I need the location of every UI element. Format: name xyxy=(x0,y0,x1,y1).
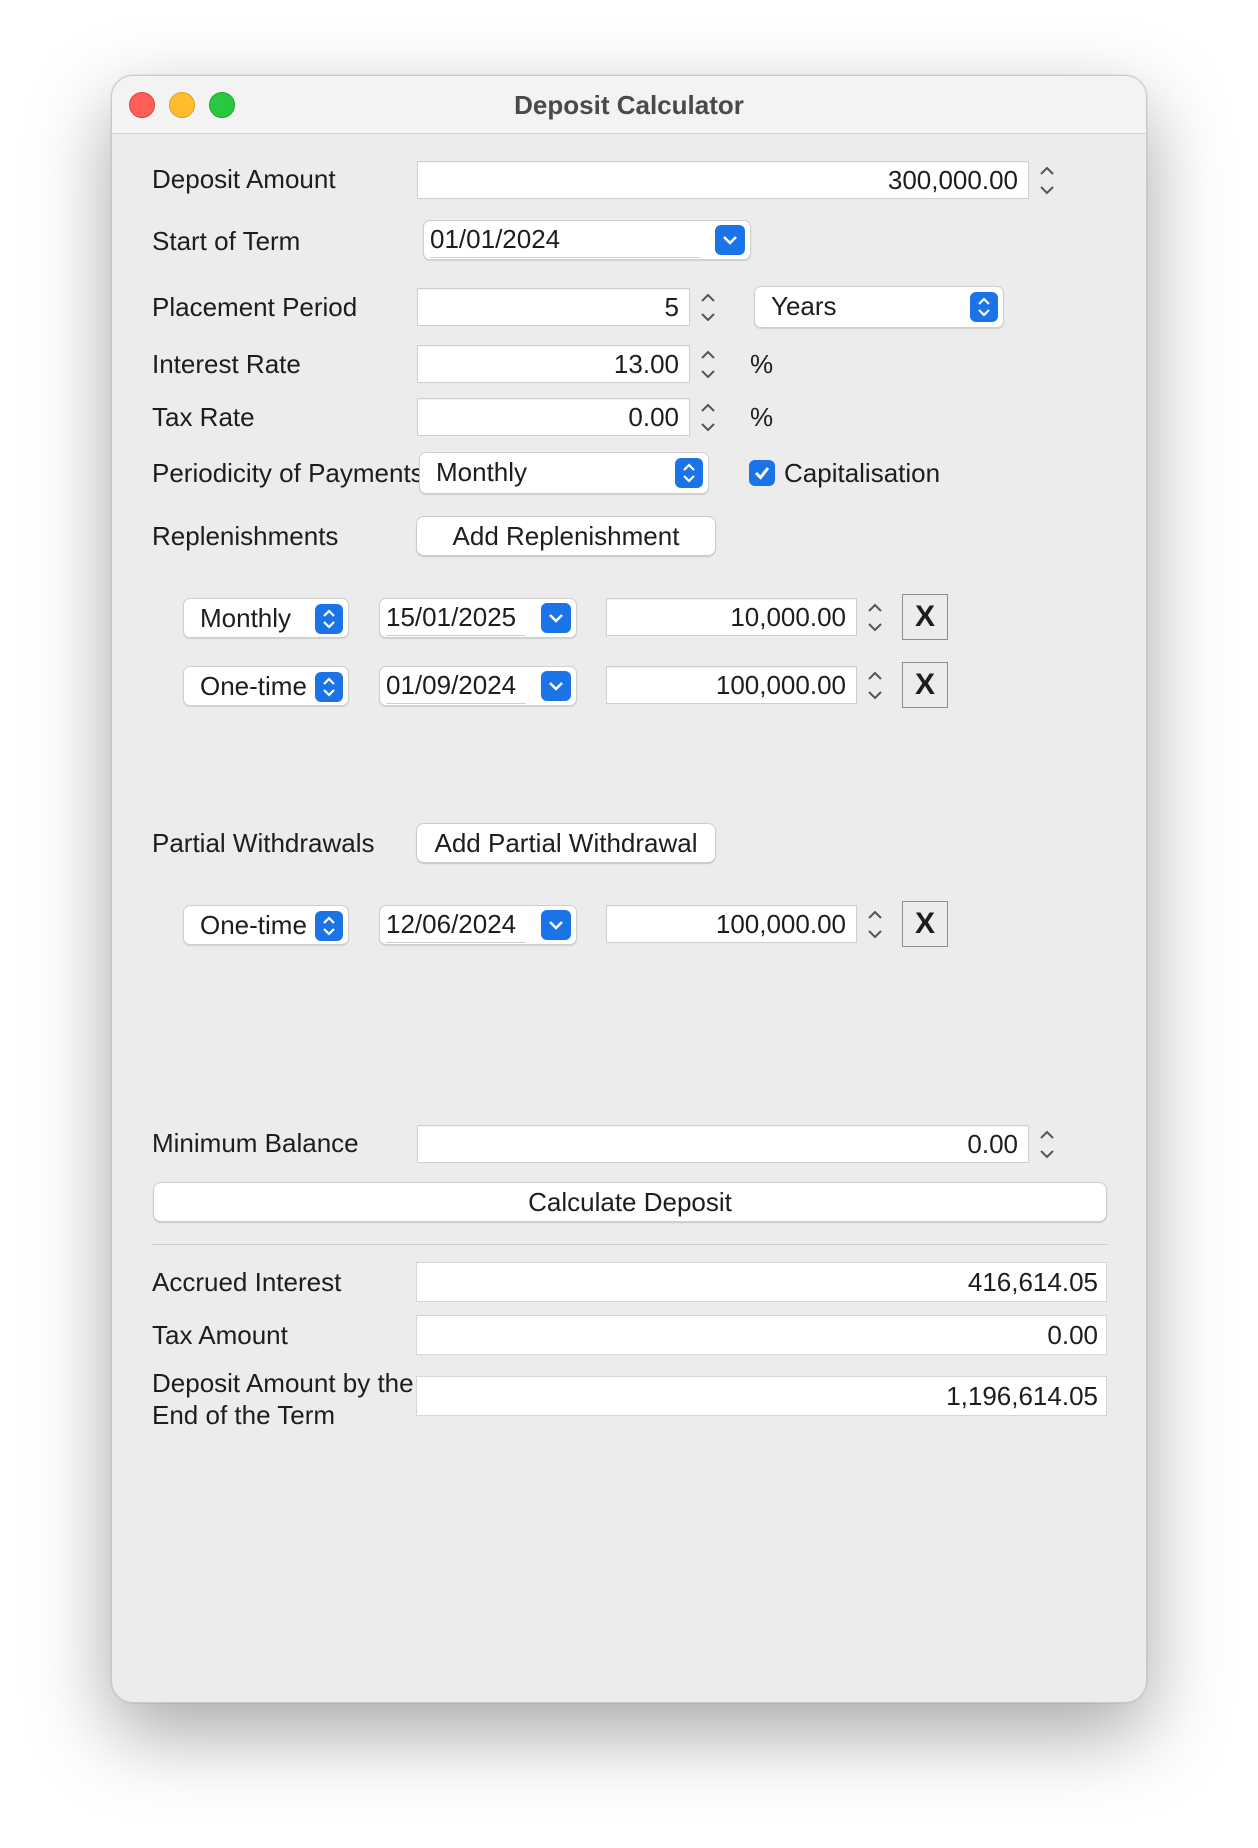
capitalisation-label[interactable]: Capitalisation xyxy=(784,458,940,489)
title-bar[interactable]: Deposit Calculator xyxy=(112,76,1146,134)
replenishment-type-select[interactable]: One-time xyxy=(183,666,349,706)
deposit-end-label-line2: End of the Term xyxy=(152,1400,336,1430)
chevron-down-icon[interactable] xyxy=(861,924,889,943)
remove-replenishment-button[interactable]: X xyxy=(902,594,948,640)
replenishment-amount-stepper[interactable] xyxy=(861,666,889,704)
chevron-up-icon[interactable] xyxy=(861,598,889,617)
replenishment-type-value: One-time xyxy=(200,671,307,701)
chevron-down-icon[interactable] xyxy=(861,685,889,704)
placement-period-label: Placement Period xyxy=(152,292,358,322)
chevron-up-icon[interactable] xyxy=(1033,1125,1061,1144)
deposit-end-value: 1,196,614.05 xyxy=(416,1376,1107,1416)
tax-rate-percent: % xyxy=(750,402,774,432)
start-of-term-value[interactable]: 01/01/2024 xyxy=(430,221,700,258)
withdrawal-date-value[interactable]: 12/06/2024 xyxy=(386,906,526,943)
accrued-interest-value: 416,614.05 xyxy=(416,1262,1107,1302)
interest-rate-stepper[interactable] xyxy=(694,345,722,383)
tax-rate-label: Tax Rate xyxy=(152,402,255,432)
replenishment-date-value[interactable]: 15/01/2025 xyxy=(386,599,526,636)
withdrawal-amount-stepper[interactable] xyxy=(861,905,889,943)
updown-arrows-icon xyxy=(315,604,343,634)
periodicity-value: Monthly xyxy=(436,457,528,487)
tax-rate-input[interactable]: 0.00 xyxy=(417,398,690,436)
replenishment-date-picker[interactable]: 15/01/2025 xyxy=(379,598,577,638)
partial-withdrawals-label: Partial Withdrawals xyxy=(152,828,375,858)
window-title: Deposit Calculator xyxy=(514,90,744,120)
tax-amount-value: 0.00 xyxy=(416,1315,1107,1355)
chevron-down-icon[interactable] xyxy=(694,307,722,326)
accrued-interest-label: Accrued Interest xyxy=(152,1267,342,1297)
replenishments-label: Replenishments xyxy=(152,521,339,551)
withdrawal-date-picker[interactable]: 12/06/2024 xyxy=(379,905,577,945)
chevron-down-icon[interactable] xyxy=(541,910,571,940)
updown-arrows-icon xyxy=(970,292,998,322)
add-replenishment-button[interactable]: Add Replenishment xyxy=(416,516,716,556)
deposit-end-label-line1: Deposit Amount by the xyxy=(152,1368,414,1398)
remove-withdrawal-button[interactable]: X xyxy=(902,901,948,947)
chevron-down-icon[interactable] xyxy=(694,364,722,383)
replenishment-date-picker[interactable]: 01/09/2024 xyxy=(379,666,577,706)
deposit-calculator-window: Deposit Calculator Deposit Amount 300,00… xyxy=(111,75,1147,1703)
replenishment-amount-stepper[interactable] xyxy=(861,598,889,636)
chevron-down-icon[interactable] xyxy=(694,417,722,436)
add-partial-withdrawal-button[interactable]: Add Partial Withdrawal xyxy=(416,823,716,863)
minimum-balance-label: Minimum Balance xyxy=(152,1128,359,1158)
capitalisation-checkbox[interactable] xyxy=(749,460,775,486)
deposit-end-label: Deposit Amount by the End of the Term xyxy=(152,1367,414,1431)
updown-arrows-icon xyxy=(315,672,343,702)
minimum-balance-stepper[interactable] xyxy=(1033,1125,1061,1163)
replenishment-type-value: Monthly xyxy=(200,603,292,633)
tax-amount-label: Tax Amount xyxy=(152,1320,288,1350)
chevron-up-icon[interactable] xyxy=(861,905,889,924)
start-of-term-date-picker[interactable]: 01/01/2024 xyxy=(423,220,751,260)
replenishment-type-select[interactable]: Monthly xyxy=(183,598,349,638)
chevron-up-icon[interactable] xyxy=(1033,161,1061,180)
chevron-up-icon[interactable] xyxy=(694,345,722,364)
withdrawal-amount-input[interactable]: 100,000.00 xyxy=(606,905,857,943)
chevron-down-icon[interactable] xyxy=(861,617,889,636)
updown-arrows-icon xyxy=(315,911,343,941)
withdrawal-type-select[interactable]: One-time xyxy=(183,905,349,945)
period-unit-select[interactable]: Years xyxy=(754,286,1004,328)
replenishment-date-value[interactable]: 01/09/2024 xyxy=(386,667,526,704)
periodicity-label: Periodicity of Payments xyxy=(152,458,424,488)
withdrawal-type-value: One-time xyxy=(200,910,307,940)
replenishment-amount-input[interactable]: 10,000.00 xyxy=(606,598,857,636)
remove-replenishment-button[interactable]: X xyxy=(902,662,948,708)
chevron-down-icon[interactable] xyxy=(1033,180,1061,199)
placement-period-stepper[interactable] xyxy=(694,288,722,326)
chevron-up-icon[interactable] xyxy=(861,666,889,685)
minimum-balance-input[interactable]: 0.00 xyxy=(417,1125,1029,1163)
divider xyxy=(152,1244,1107,1245)
chevron-up-icon[interactable] xyxy=(694,288,722,307)
checkmark-icon xyxy=(754,467,770,480)
calculate-deposit-button[interactable]: Calculate Deposit xyxy=(153,1182,1107,1222)
interest-rate-percent: % xyxy=(750,349,774,379)
chevron-up-icon[interactable] xyxy=(694,398,722,417)
chevron-down-icon[interactable] xyxy=(715,225,745,255)
chevron-down-icon[interactable] xyxy=(1033,1144,1061,1163)
tax-rate-stepper[interactable] xyxy=(694,398,722,436)
chevron-down-icon[interactable] xyxy=(541,671,571,701)
chevron-down-icon[interactable] xyxy=(541,603,571,633)
period-unit-value: Years xyxy=(771,291,837,321)
interest-rate-input[interactable]: 13.00 xyxy=(417,345,690,383)
replenishment-amount-input[interactable]: 100,000.00 xyxy=(606,666,857,704)
deposit-amount-input[interactable]: 300,000.00 xyxy=(417,161,1029,199)
deposit-amount-stepper[interactable] xyxy=(1033,161,1061,199)
updown-arrows-icon xyxy=(675,458,703,488)
deposit-amount-label: Deposit Amount xyxy=(152,164,336,194)
placement-period-input[interactable]: 5 xyxy=(417,288,690,326)
start-of-term-label: Start of Term xyxy=(152,226,301,256)
periodicity-select[interactable]: Monthly xyxy=(419,452,709,494)
interest-rate-label: Interest Rate xyxy=(152,349,301,379)
